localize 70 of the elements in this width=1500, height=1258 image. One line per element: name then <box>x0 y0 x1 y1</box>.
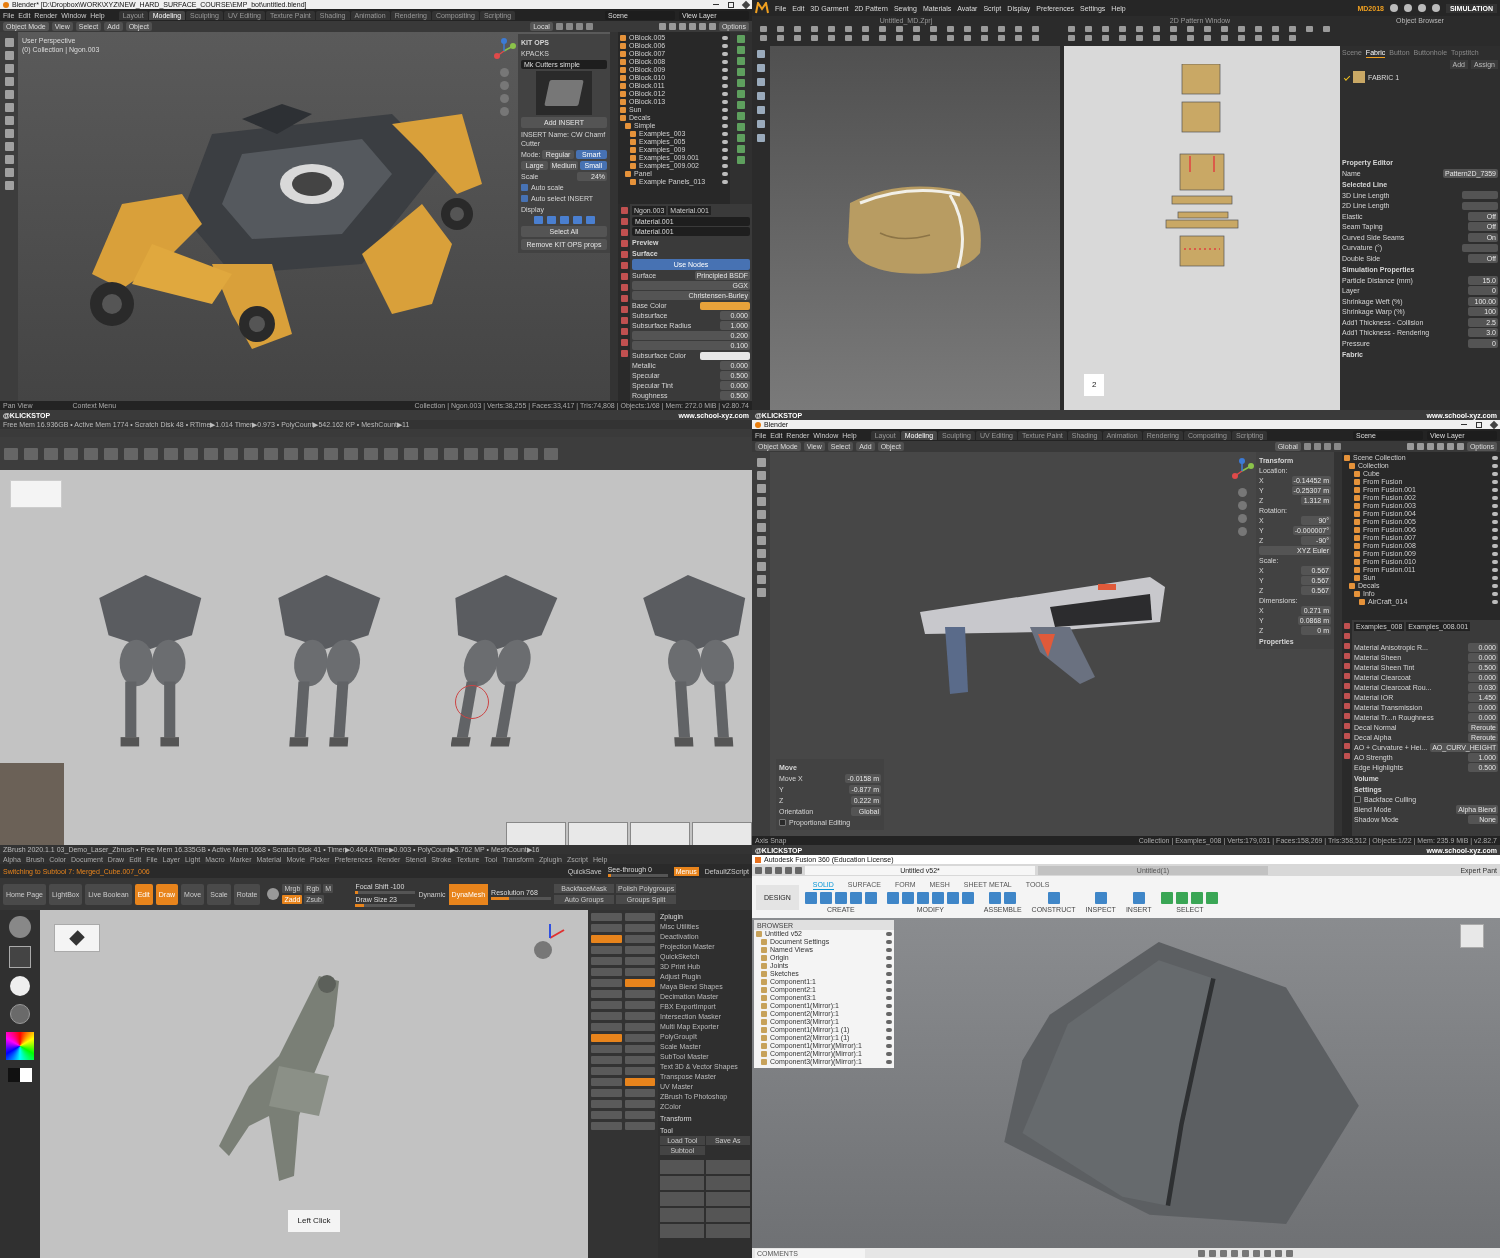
ribbon-icon[interactable] <box>1132 892 1145 904</box>
subtool-thumbnail-icon[interactable] <box>706 1208 750 1222</box>
color-swatch-icon[interactable] <box>8 1068 32 1082</box>
checkbox[interactable] <box>1354 796 1361 803</box>
viewport[interactable] <box>770 452 1342 836</box>
ribbon-icon[interactable] <box>901 892 914 904</box>
subtool-thumbnail-icon[interactable] <box>706 1192 750 1206</box>
ribbon-icon[interactable] <box>849 892 862 904</box>
subtool-thumbnail-icon[interactable] <box>660 1208 704 1222</box>
ribbon-icon[interactable] <box>819 892 832 904</box>
ribbon-icon[interactable] <box>931 892 944 904</box>
brush-icon[interactable] <box>9 916 31 938</box>
subtool-thumbnail-icon[interactable] <box>706 1224 750 1238</box>
ribbon-icon[interactable] <box>1047 892 1060 904</box>
value-field[interactable] <box>1462 201 1498 210</box>
ribbon-icon[interactable] <box>989 892 1002 904</box>
close-icon[interactable] <box>741 0 751 9</box>
color-swatch[interactable] <box>700 351 750 360</box>
maximize-icon[interactable] <box>1476 421 1482 428</box>
ribbon-icon[interactable] <box>961 892 974 904</box>
ribbon-icon[interactable] <box>834 892 847 904</box>
ribbon-icon[interactable] <box>1176 892 1189 904</box>
ribbon-icon[interactable] <box>804 892 817 904</box>
app-logo-icon <box>755 421 761 428</box>
viewport[interactable]: Left Click <box>40 910 588 1258</box>
color-swatch[interactable] <box>700 301 750 310</box>
view-cube-icon[interactable] <box>1460 924 1484 948</box>
checkbox[interactable] <box>521 195 528 202</box>
color-picker-icon[interactable] <box>6 1032 34 1060</box>
value-field[interactable] <box>1462 243 1498 252</box>
value-field[interactable] <box>1462 191 1498 199</box>
hint-popup: Left Click <box>287 1210 341 1232</box>
thumbnail-placeholder[interactable] <box>568 822 628 845</box>
viewport[interactable] <box>18 32 618 401</box>
ribbon-icon[interactable] <box>886 892 899 904</box>
subtool-thumbnail-icon[interactable] <box>706 1176 750 1190</box>
subtool-thumbnail-icon[interactable] <box>660 1176 704 1190</box>
tool-icon[interactable] <box>624 1078 655 1086</box>
ribbon-icon[interactable] <box>1094 892 1107 904</box>
ribbon-icon[interactable] <box>946 892 959 904</box>
ribbon-icon[interactable] <box>1161 892 1174 904</box>
subtool-thumbnail-icon[interactable] <box>660 1160 704 1174</box>
brush-icon <box>69 930 85 946</box>
stroke-icon[interactable] <box>9 946 31 968</box>
fabric-swatch <box>1353 71 1365 83</box>
app-logo-icon <box>755 2 769 14</box>
viewport[interactable] <box>0 470 752 845</box>
thumbnail-placeholder[interactable] <box>692 822 752 845</box>
checkbox[interactable] <box>521 184 528 191</box>
ribbon-icon[interactable] <box>1206 892 1219 904</box>
subtool-thumbnail-icon[interactable] <box>660 1224 704 1238</box>
subtool-thumbnail-icon[interactable] <box>706 1160 750 1174</box>
maximize-icon[interactable] <box>728 1 734 8</box>
app-logo-icon <box>755 856 761 863</box>
viewport-3d[interactable] <box>770 46 1060 410</box>
ribbon-icon[interactable] <box>1004 892 1017 904</box>
tool-icon[interactable] <box>624 979 655 987</box>
ribbon-icon[interactable] <box>916 892 929 904</box>
insert-thumbnail[interactable] <box>536 71 592 115</box>
subtool-thumbnail-icon[interactable] <box>660 1192 704 1206</box>
ribbon-icon[interactable] <box>864 892 877 904</box>
page-number-badge: 2 <box>1084 374 1105 396</box>
thumbnail-placeholder[interactable] <box>630 822 690 845</box>
close-icon[interactable] <box>1489 420 1499 429</box>
viewport[interactable] <box>752 918 1500 1248</box>
ribbon-icon[interactable] <box>1191 892 1204 904</box>
checkbox[interactable] <box>779 819 786 826</box>
resolution-slider[interactable] <box>491 897 552 900</box>
thumbnail-placeholder[interactable] <box>506 822 566 845</box>
app-logo-icon <box>3 1 9 8</box>
